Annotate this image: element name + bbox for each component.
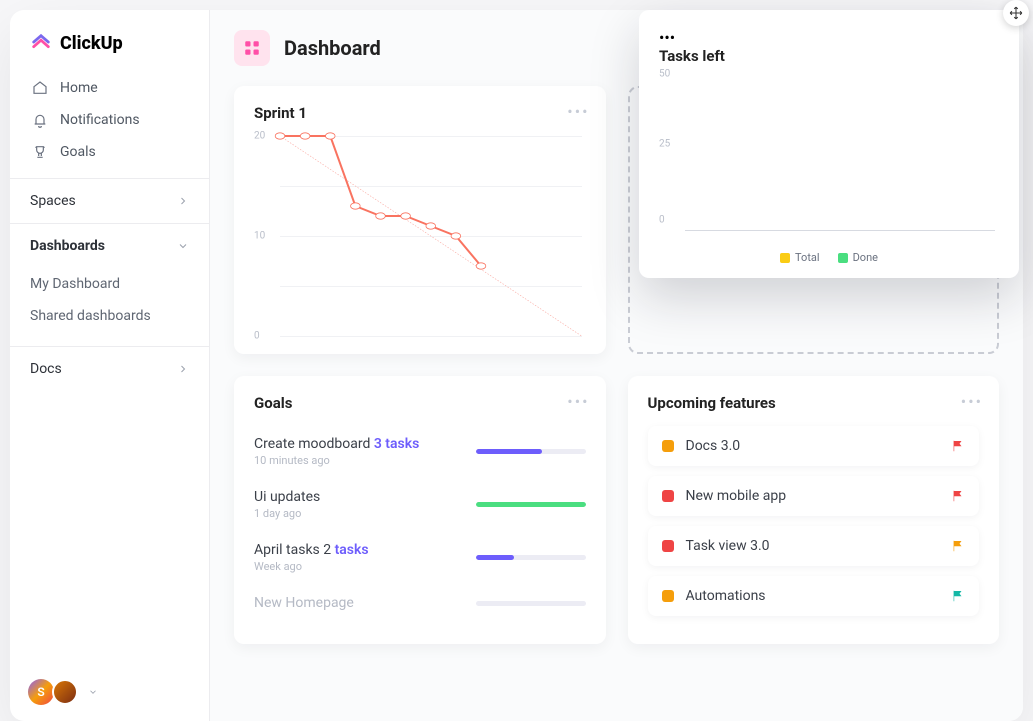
tick-label: 20 [254,131,265,142]
goal-item[interactable]: Create moodboard 3 tasks 10 minutes ago [254,426,586,479]
sidebar: ClickUp Home Notifications Goals Spaces … [10,10,210,721]
primary-nav: Home Notifications Goals [10,72,209,178]
goal-meta: 10 minutes ago [254,454,464,467]
goals-card: ••• Goals Create moodboard 3 tasks 10 mi… [234,376,606,644]
goal-item[interactable]: Ui updates 1 day ago [254,479,586,532]
goal-item[interactable]: New Homepage [254,585,586,623]
sprint-chart: 20 10 0 [254,136,586,336]
nav-label: Notifications [60,112,140,128]
feature-item[interactable]: Task view 3.0 [648,526,980,566]
sub-item-my-dashboard[interactable]: My Dashboard [30,268,189,300]
upcoming-card: ••• Upcoming features Docs 3.0 New mobil… [628,376,1000,644]
avatar: S [28,679,54,705]
dashboard-icon [234,30,270,66]
burndown-line [280,136,582,336]
page-title: Dashboard [284,36,381,60]
tasks-left-chart: 50 25 0 [659,79,999,249]
goal-meta: Week ago [254,560,464,573]
nav-item-goals[interactable]: Goals [20,136,199,168]
nav-label: Home [60,80,98,96]
avatar [52,679,78,705]
card-more-icon[interactable]: ••• [961,392,983,411]
tasks-left-widget[interactable]: ••• Tasks left 50 25 0 Total Done [639,10,1019,278]
feature-name: Task view 3.0 [686,538,940,554]
chevron-down-icon [88,687,98,697]
legend-total: Total [780,251,820,264]
feature-name: New mobile app [686,488,940,504]
drag-handle[interactable] [1003,0,1029,26]
goal-title: April tasks 2 tasks [254,542,464,558]
card-more-icon[interactable]: ••• [567,102,589,121]
status-dot [662,490,674,502]
tick-label: 10 [254,231,265,242]
y-axis-ticks: 20 10 0 [254,136,274,336]
section-spaces[interactable]: Spaces [10,178,209,223]
goal-title: Create moodboard 3 tasks [254,436,464,452]
profile-switcher[interactable]: S [10,663,209,721]
move-icon [1009,6,1023,20]
section-dashboards[interactable]: Dashboards [10,223,209,268]
goal-title: New Homepage [254,595,464,611]
feature-item[interactable]: Docs 3.0 [648,426,980,466]
goal-progress [476,601,586,606]
status-dot [662,540,674,552]
chart-legend: Total Done [659,251,999,264]
tick-label: 50 [659,69,670,80]
legend-done: Done [838,251,878,264]
flag-icon [951,489,965,503]
bell-icon [32,112,48,128]
card-title: Goals [254,394,586,412]
clickup-logo-icon [30,32,52,54]
goal-progress [476,449,586,454]
section-label: Docs [30,361,62,377]
section-docs[interactable]: Docs [10,346,209,391]
goal-title: Ui updates [254,489,464,505]
trophy-icon [32,144,48,160]
status-dot [662,590,674,602]
section-label: Spaces [30,193,76,209]
card-title: Sprint 1 [254,104,586,122]
y-axis-ticks: 50 25 0 [659,79,681,231]
feature-item[interactable]: New mobile app [648,476,980,516]
tick-label: 0 [659,215,665,226]
chevron-right-icon [177,195,189,207]
upcoming-list: Docs 3.0 New mobile app Task view 3.0 Au… [648,426,980,616]
feature-name: Automations [686,588,940,604]
tick-label: 25 [659,139,670,150]
feature-item[interactable]: Automations [648,576,980,616]
card-title: Tasks left [659,47,999,65]
card-title: Upcoming features [648,394,980,412]
goal-meta: 1 day ago [254,507,464,520]
goals-list: Create moodboard 3 tasks 10 minutes ago … [254,426,586,623]
nav-item-notifications[interactable]: Notifications [20,104,199,136]
section-label: Dashboards [30,238,105,254]
chevron-down-icon [177,240,189,252]
goal-progress [476,502,586,507]
dashboards-sub-list: My Dashboard Shared dashboards [10,268,209,346]
feature-name: Docs 3.0 [686,438,940,454]
chevron-right-icon [177,363,189,375]
goal-item[interactable]: April tasks 2 tasks Week ago [254,532,586,585]
home-icon [32,80,48,96]
sub-item-shared-dashboards[interactable]: Shared dashboards [30,300,189,332]
nav-label: Goals [60,144,96,160]
status-dot [662,440,674,452]
brand-name: ClickUp [60,33,123,54]
nav-item-home[interactable]: Home [20,72,199,104]
sprint-card: ••• Sprint 1 20 10 0 [234,86,606,354]
flag-icon [951,439,965,453]
flag-icon [951,539,965,553]
brand[interactable]: ClickUp [10,10,209,72]
goal-progress [476,555,586,560]
card-more-icon[interactable]: ••• [567,392,589,411]
flag-icon [951,589,965,603]
tick-label: 0 [254,331,260,342]
card-more-icon[interactable]: ••• [659,28,675,47]
